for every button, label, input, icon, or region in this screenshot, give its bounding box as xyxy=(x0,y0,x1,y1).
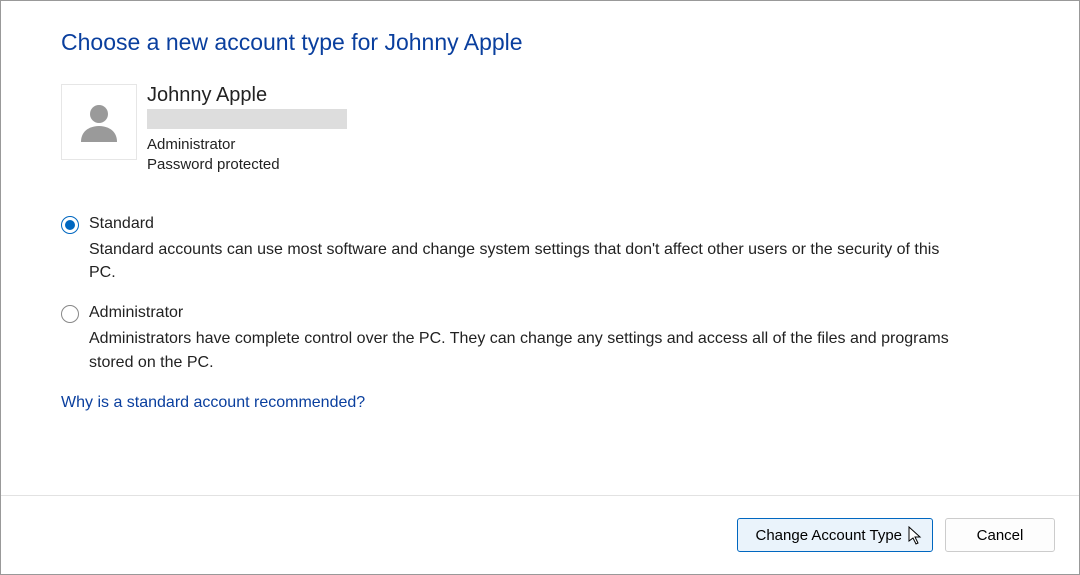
dialog-footer: Change Account Type Cancel xyxy=(1,495,1079,574)
user-role: Administrator xyxy=(147,135,347,155)
radio-administrator[interactable] xyxy=(61,305,79,323)
radio-standard[interactable] xyxy=(61,216,79,234)
page-title: Choose a new account type for Johnny App… xyxy=(61,29,1019,56)
cursor-icon xyxy=(908,526,924,546)
option-standard-label[interactable]: Standard xyxy=(89,214,959,235)
user-icon xyxy=(75,98,123,146)
user-name: Johnny Apple xyxy=(147,84,347,107)
option-standard-desc: Standard accounts can use most software … xyxy=(89,238,959,284)
user-password-status: Password protected xyxy=(147,155,347,175)
option-standard: Standard Standard accounts can use most … xyxy=(61,214,1019,285)
avatar xyxy=(61,84,137,160)
change-account-type-button[interactable]: Change Account Type xyxy=(737,518,934,552)
option-administrator: Administrator Administrators have comple… xyxy=(61,303,1019,374)
account-type-options: Standard Standard accounts can use most … xyxy=(61,214,1019,374)
option-administrator-label[interactable]: Administrator xyxy=(89,303,959,324)
cancel-button[interactable]: Cancel xyxy=(945,518,1055,552)
help-link[interactable]: Why is a standard account recommended? xyxy=(61,394,365,411)
user-email-redacted xyxy=(147,109,347,129)
user-summary: Johnny Apple Administrator Password prot… xyxy=(61,84,1019,176)
option-administrator-desc: Administrators have complete control ove… xyxy=(89,327,959,373)
change-account-type-label: Change Account Type xyxy=(756,527,903,544)
